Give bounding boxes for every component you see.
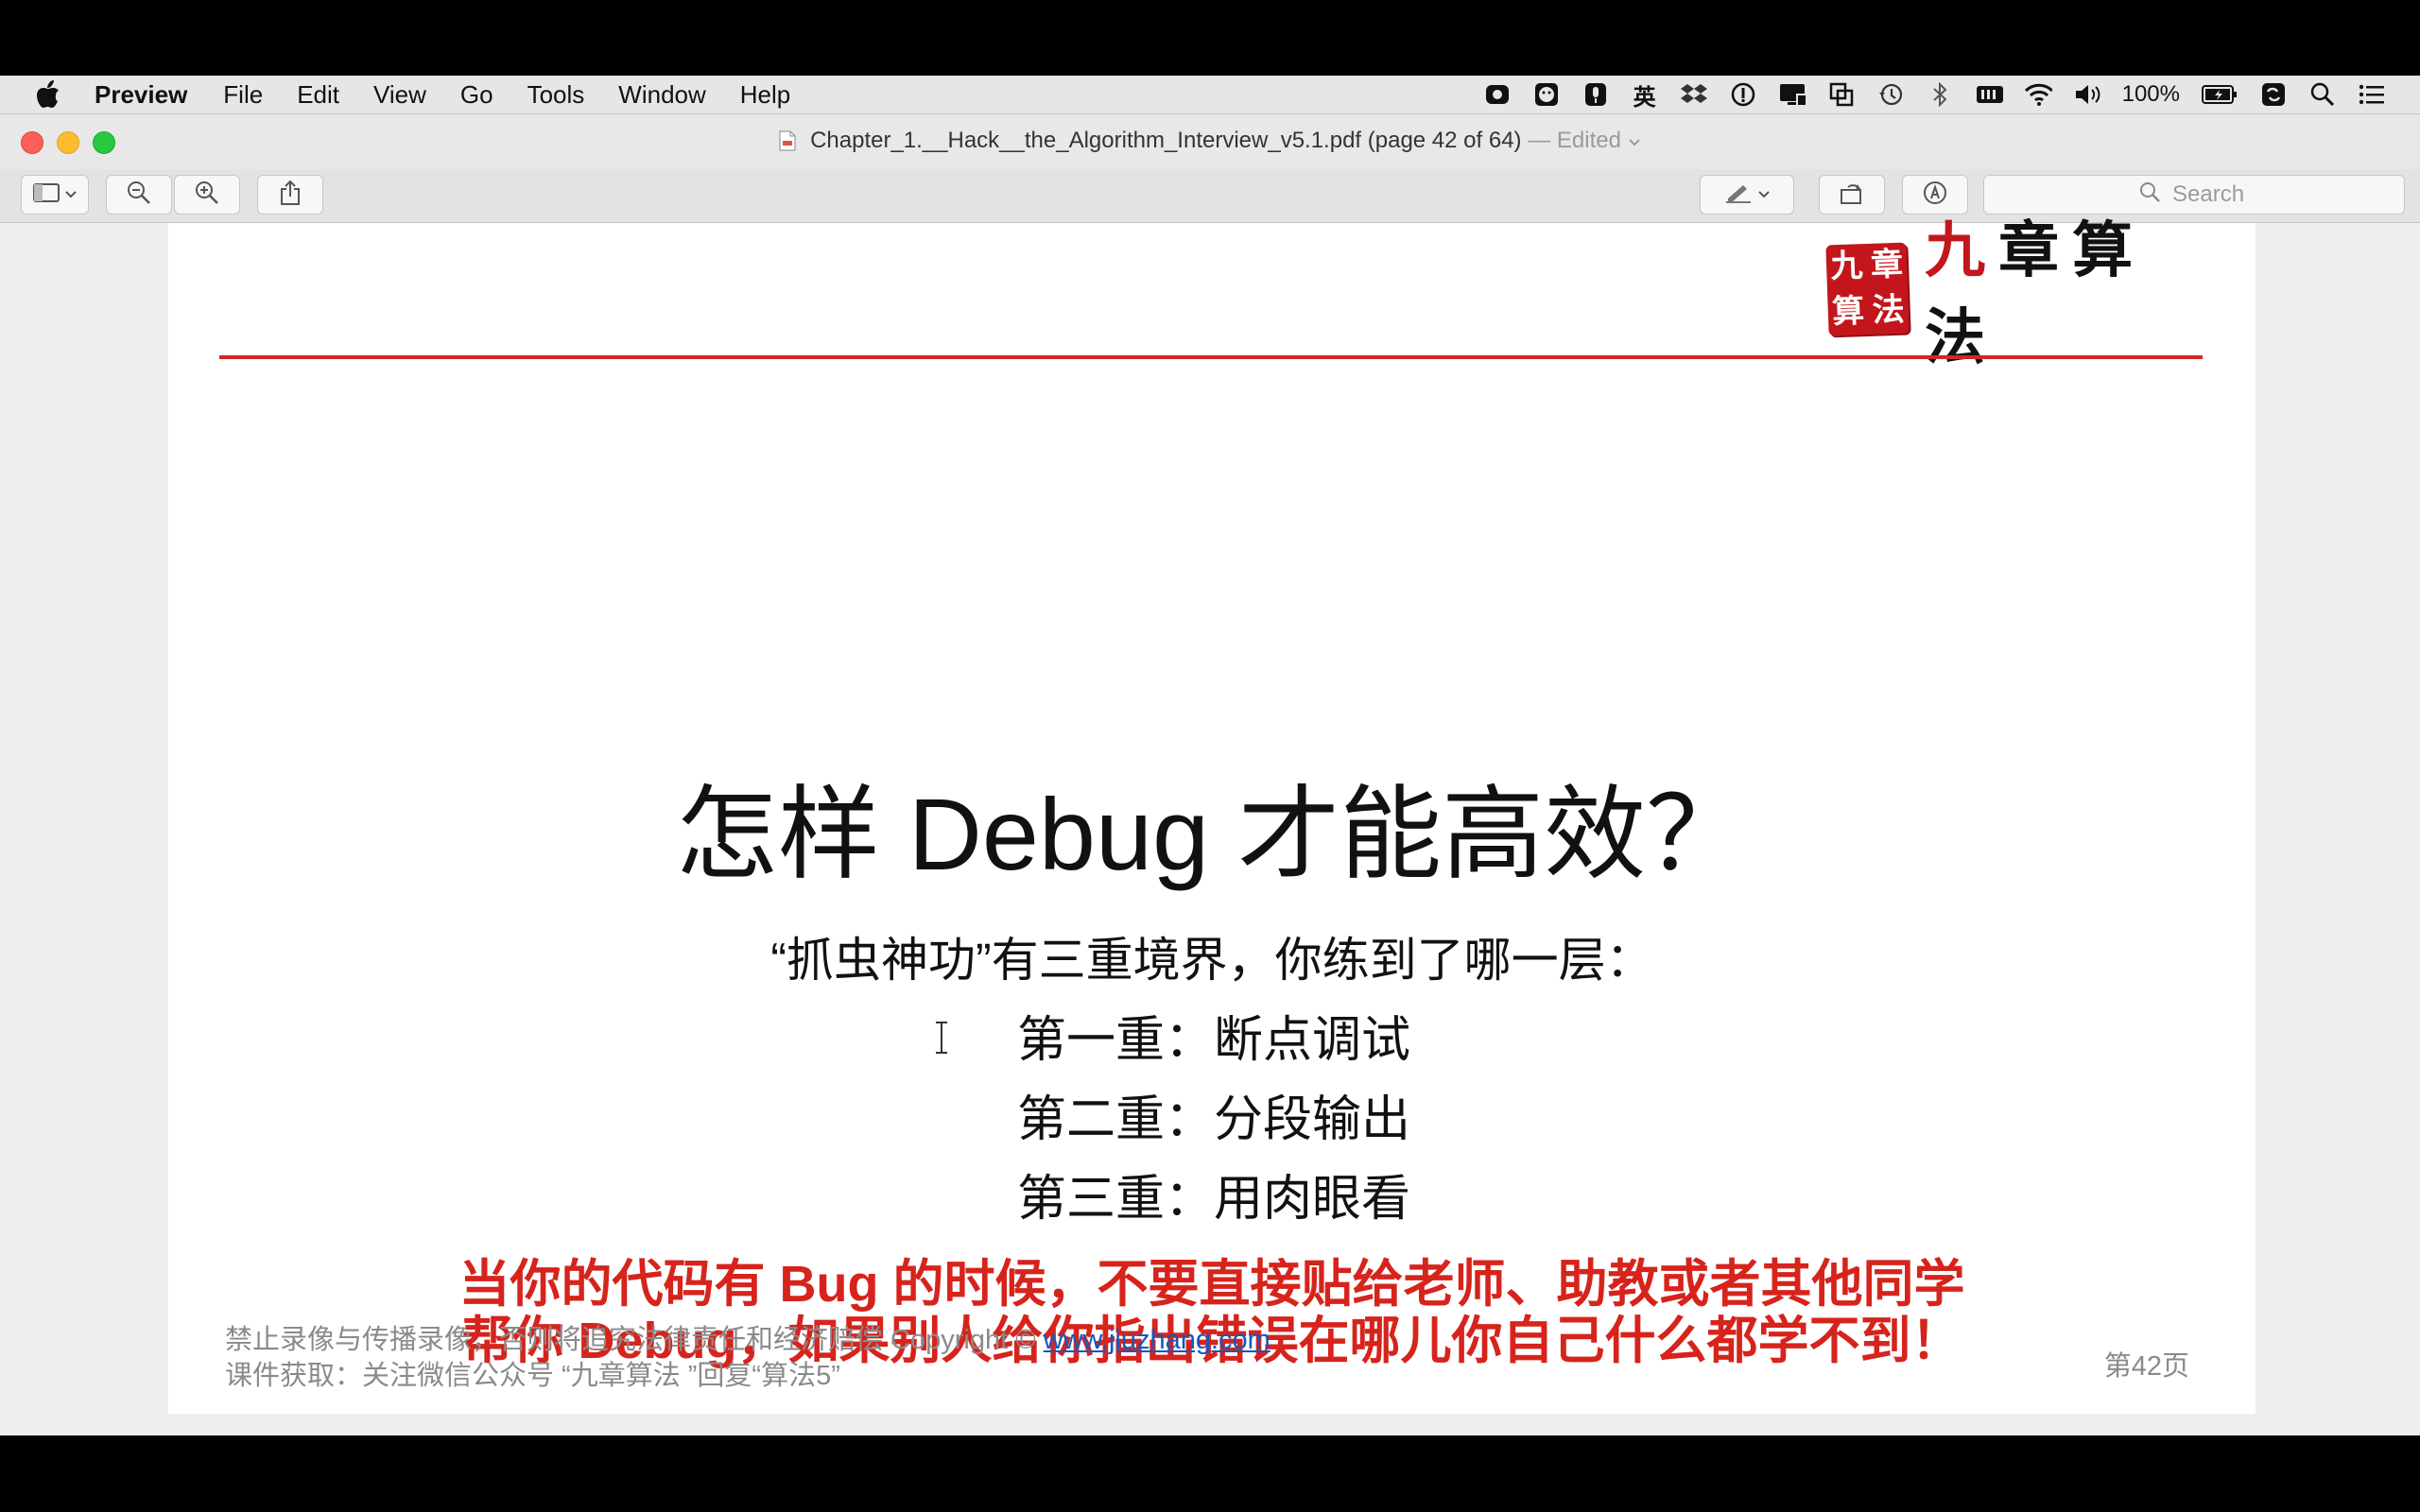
sidebar-toggle-button[interactable] xyxy=(21,175,89,215)
courseware-notice: 课件获取：关注微信公众号 “九章算法 ”回复“算法5” xyxy=(225,1361,840,1391)
document-title[interactable]: Chapter_1.__Hack__the_Algorithm_Intervie… xyxy=(0,128,2420,154)
jiuzhang-logo: 九 章 算 法 九章算法 xyxy=(1825,215,2187,373)
menu-bar: Preview File Edit View Go Tools Window H… xyxy=(0,76,2420,114)
edited-status[interactable]: — Edited xyxy=(1528,128,1621,153)
sidebar-icon xyxy=(33,182,60,208)
spotlight-icon[interactable] xyxy=(2308,81,2337,108)
page-number: 第42页 xyxy=(2103,1351,2189,1382)
seal-char: 法 xyxy=(1871,290,1906,330)
seal-char: 章 xyxy=(1870,245,1904,284)
share-icon xyxy=(279,180,302,211)
menu-tools[interactable]: Tools xyxy=(527,80,585,110)
logo-text-red: 九 xyxy=(1925,215,1999,286)
header-divider xyxy=(219,355,2203,359)
menu-edit[interactable]: Edit xyxy=(297,80,339,110)
display-icon[interactable] xyxy=(1778,81,1806,108)
share-button[interactable] xyxy=(257,175,323,215)
info-icon[interactable] xyxy=(1729,81,1757,108)
level-one: 第一重：断点调试 xyxy=(1017,1013,1411,1068)
bluetooth-icon[interactable] xyxy=(1926,81,1954,108)
seal-char: 九 xyxy=(1829,247,1864,286)
zoom-out-icon xyxy=(126,180,152,211)
document-viewport[interactable]: 九 章 算 法 九章算法 怎样 Debug 才能高效？ “抓虫神功”有三重境界，… xyxy=(0,215,2420,1435)
sync-icon[interactable] xyxy=(2259,81,2288,108)
dropbox-icon[interactable] xyxy=(1680,81,1708,108)
preview-window: Chapter_1.__Hack__the_Algorithm_Intervie… xyxy=(0,114,2420,1435)
chevron-down-icon xyxy=(1758,186,1770,203)
copyright-text: 禁止录像与传播录像，否则将追究法律责任和经济赔偿 Copyright © xyxy=(225,1325,1044,1355)
status-area: 英 100% xyxy=(1483,76,2386,113)
logo-seal: 九 章 算 法 xyxy=(1825,242,1910,336)
chevron-down-icon xyxy=(65,186,77,203)
slide-title: 怎样 Debug 才能高效？ xyxy=(675,777,1749,891)
level-three: 第三重：用肉眼看 xyxy=(1017,1172,1411,1227)
level-two: 第二重：分段输出 xyxy=(1017,1092,1411,1147)
chevron-down-icon[interactable] xyxy=(1628,128,1641,153)
notification-center-icon[interactable] xyxy=(2358,81,2386,108)
face-icon[interactable] xyxy=(1532,81,1561,108)
microphone-icon[interactable] xyxy=(1582,81,1610,108)
menu-file[interactable]: File xyxy=(223,80,263,110)
time-machine-icon[interactable] xyxy=(1876,81,1905,108)
overlap-icon[interactable] xyxy=(1827,81,1856,108)
zoom-in-icon xyxy=(194,180,220,211)
seal-char: 算 xyxy=(1831,292,1865,332)
rotate-icon xyxy=(1839,180,1865,211)
apple-menu-icon[interactable] xyxy=(36,80,60,109)
slide-intro: “抓虫神功”有三重境界，你练到了哪一层： xyxy=(770,934,1653,987)
markup-pen-button[interactable] xyxy=(1700,175,1794,215)
website-link[interactable]: www.jiuzhang.com xyxy=(1044,1325,1270,1355)
title-bar: Chapter_1.__Hack__the_Algorithm_Intervie… xyxy=(0,114,2420,169)
menu-app-name[interactable]: Preview xyxy=(95,80,187,110)
battery-percent: 100% xyxy=(2121,81,2180,107)
menu-view[interactable]: View xyxy=(373,80,426,110)
wifi-icon[interactable] xyxy=(2024,81,2052,108)
document-filename: Chapter_1.__Hack__the_Algorithm_Intervie… xyxy=(810,128,1522,153)
copyright-notice: 禁止录像与传播录像，否则将追究法律责任和经济赔偿 Copyright © www… xyxy=(225,1317,1270,1357)
zoom-out-button[interactable] xyxy=(106,175,172,215)
rotate-button[interactable] xyxy=(1819,175,1885,215)
memory-icon[interactable] xyxy=(1975,81,2003,108)
pen-icon xyxy=(1724,181,1753,209)
pdf-page[interactable]: 九 章 算 法 九章算法 怎样 Debug 才能高效？ “抓虫神功”有三重境界，… xyxy=(168,215,2256,1414)
screen-record-icon[interactable] xyxy=(1483,81,1512,108)
logo-text: 九章算法 xyxy=(1925,202,2187,376)
volume-icon[interactable] xyxy=(2073,81,2101,108)
pdf-file-icon xyxy=(779,128,810,153)
text-cursor-icon xyxy=(934,1021,949,1063)
menu-window[interactable]: Window xyxy=(618,80,705,110)
menu-go[interactable]: Go xyxy=(460,80,493,110)
zoom-in-button[interactable] xyxy=(174,175,240,215)
input-method-icon[interactable]: 英 xyxy=(1631,81,1659,111)
menu-help[interactable]: Help xyxy=(740,80,790,110)
battery-icon[interactable] xyxy=(2201,81,2238,108)
